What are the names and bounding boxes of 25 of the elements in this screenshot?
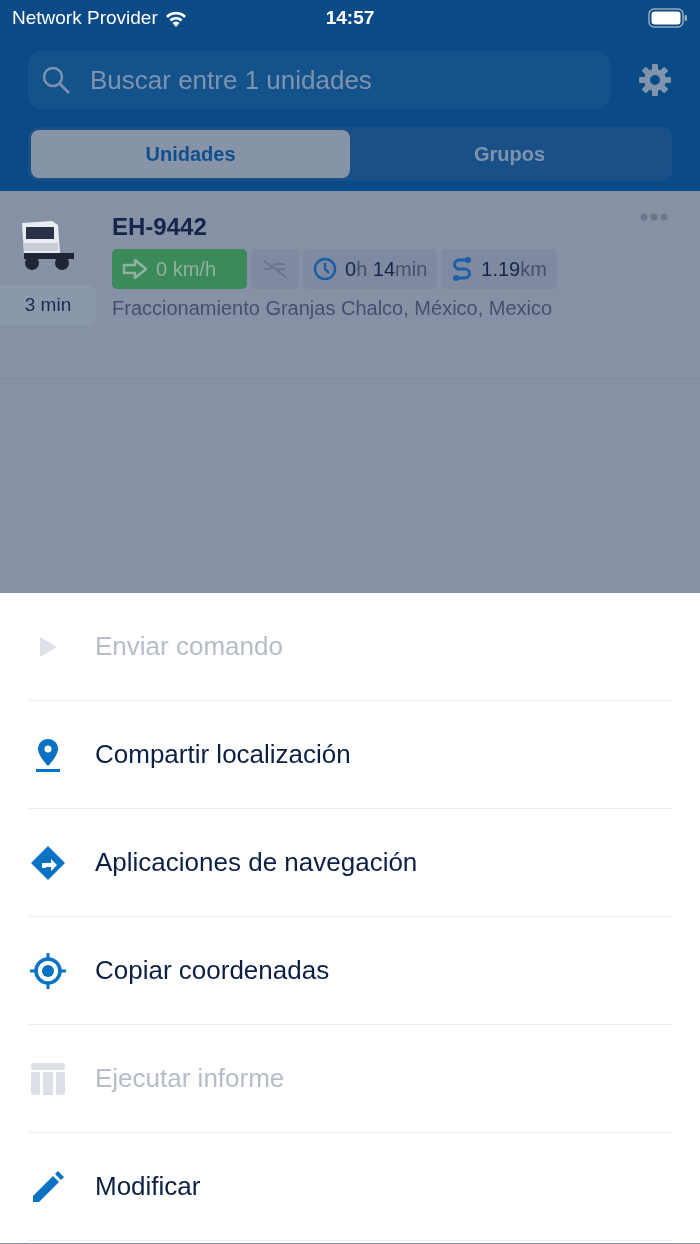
clock-time: 14:57 [325,7,375,29]
battery-icon [648,8,688,28]
settings-icon[interactable] [638,63,672,97]
menu-item[interactable]: Compartir localización [28,701,672,809]
segment-tab[interactable]: Grupos [350,130,669,178]
location-pin-icon [35,737,61,772]
unit-name: EH-9442 [112,213,208,241]
menu-item[interactable]: Copiar coordenadas [28,917,672,1025]
unit-address: Fraccionamiento Granjas Chalco, México, Mexico [112,297,554,320]
menu-item[interactable]: Modificar [28,1133,672,1241]
search-icon [42,66,70,94]
update-age: 3 min [0,285,96,325]
target-icon [29,951,67,990]
ignition-off-badge [251,249,299,289]
play-icon [38,635,58,658]
segment-tab[interactable]: Unidades [31,130,350,178]
pencil-icon [32,1170,64,1203]
duration-badge: 0h 14min [303,249,438,289]
table-icon [31,1062,65,1095]
carrier-name: Network Provider [12,7,158,29]
distance-badge: 1.19km [441,249,557,289]
speed-badge: 0 km/h [112,249,247,289]
search-field[interactable]: Buscar entre 1 unidades [28,51,610,109]
menu-item[interactable]: Aplicaciones de navegación [28,809,672,917]
directions-icon [30,844,66,881]
